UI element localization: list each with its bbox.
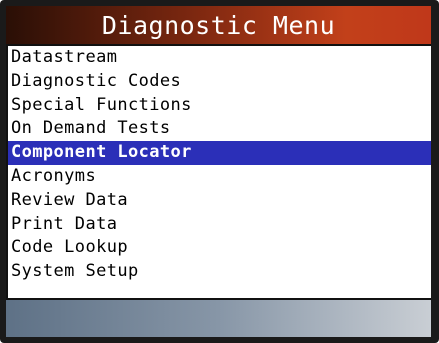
device-screen: Diagnostic Menu Datastream Diagnostic Co… (6, 6, 431, 337)
menu-item-system-setup[interactable]: System Setup (8, 260, 431, 284)
menu-item-component-locator[interactable]: Component Locator (8, 141, 431, 165)
menu-item-diagnostic-codes[interactable]: Diagnostic Codes (8, 70, 431, 94)
bottom-status-bar (6, 298, 431, 337)
scan-tool-device: Diagnostic Menu Datastream Diagnostic Co… (0, 0, 439, 343)
diagnostic-menu-list: Datastream Diagnostic Codes Special Func… (6, 46, 431, 298)
menu-item-review-data[interactable]: Review Data (8, 189, 431, 213)
menu-item-datastream[interactable]: Datastream (8, 46, 431, 70)
title-bar: Diagnostic Menu (6, 6, 431, 46)
menu-item-code-lookup[interactable]: Code Lookup (8, 236, 431, 260)
menu-item-acronyms[interactable]: Acronyms (8, 165, 431, 189)
page-title: Diagnostic Menu (101, 11, 336, 40)
menu-item-special-functions[interactable]: Special Functions (8, 94, 431, 118)
menu-item-on-demand-tests[interactable]: On Demand Tests (8, 117, 431, 141)
menu-item-print-data[interactable]: Print Data (8, 213, 431, 237)
